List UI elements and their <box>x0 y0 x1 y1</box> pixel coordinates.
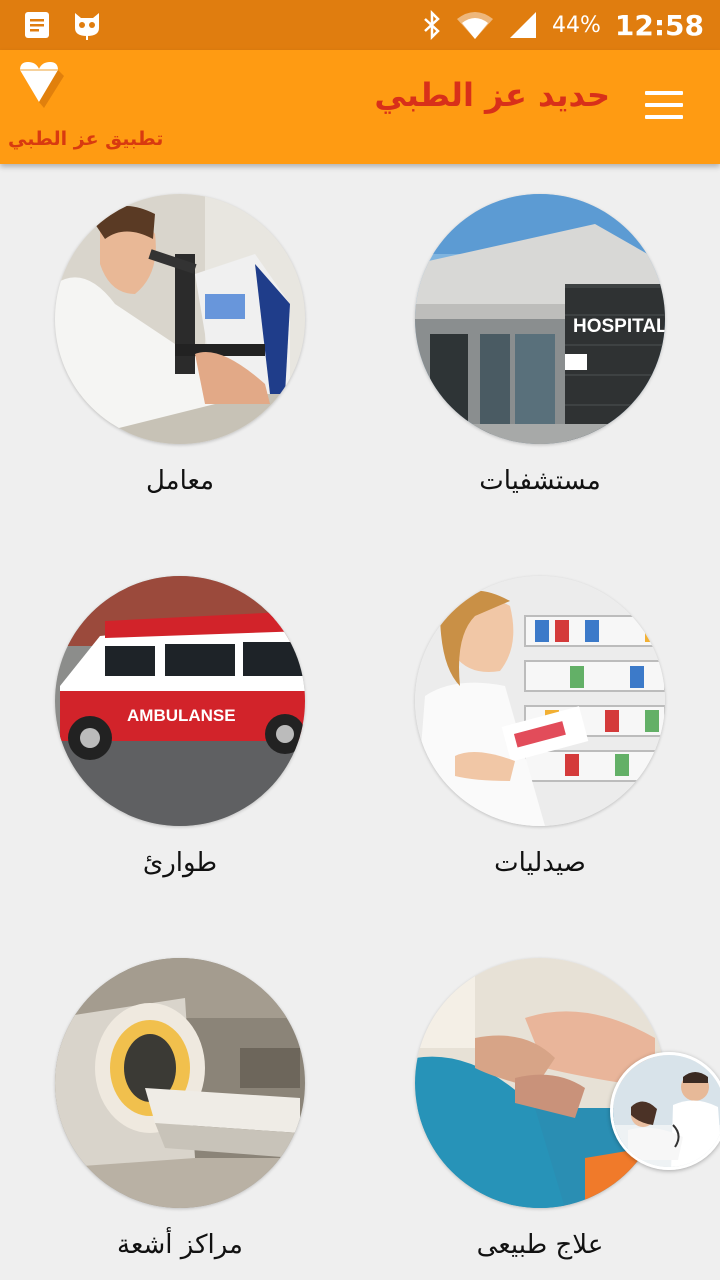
lab-microscope-photo <box>55 194 305 444</box>
grid-item-pharmacies[interactable]: صيدليات <box>380 576 700 916</box>
grid-item-emergency[interactable]: AMBULANSE طوارئ <box>20 576 340 916</box>
app-title: حديد عز الطبي <box>374 76 610 114</box>
wifi-icon <box>456 12 493 39</box>
ambulance-photo: AMBULANSE <box>55 576 305 826</box>
grid-item-label: علاج طبيعى <box>476 1230 604 1260</box>
ambulance-text: AMBULANSE <box>127 706 236 725</box>
grid-item-label: صيدليات <box>494 848 586 878</box>
clock: 12:58 <box>614 8 704 42</box>
bluetooth-icon <box>424 10 440 40</box>
logo-caption: تطبيق عز الطبي <box>8 128 164 150</box>
hamburger-menu-icon[interactable] <box>638 88 690 126</box>
heart-logo-icon <box>20 62 64 108</box>
battery-percent: 44% <box>551 12 601 38</box>
grid-item-label: معامل <box>145 466 214 496</box>
cat-notification-icon <box>75 13 99 40</box>
pharmacy-photo <box>415 576 665 826</box>
grid-item-radiology-centers[interactable]: مراكز أشعة <box>20 958 340 1280</box>
signal-icon <box>509 12 536 38</box>
grid-item-label: مستشفيات <box>479 466 601 496</box>
grid-item-hospitals[interactable]: HOSPITAL مستشفيات <box>380 194 700 534</box>
grid-item-label: طوارئ <box>142 848 218 878</box>
hospital-photo: HOSPITAL <box>415 194 665 444</box>
app-bar: تطبيق عز الطبي حديد عز الطبي <box>0 50 720 164</box>
notes-notification-icon <box>25 12 49 38</box>
grid-item-labs[interactable]: معامل <box>20 194 340 534</box>
grid-item-label: مراكز أشعة <box>117 1230 243 1260</box>
status-bar: 44% 12:58 <box>0 0 720 50</box>
hospital-sign-text: HOSPITAL <box>573 316 665 337</box>
mri-scanner-photo <box>55 958 305 1208</box>
doctor-child-badge-photo <box>610 1052 720 1170</box>
